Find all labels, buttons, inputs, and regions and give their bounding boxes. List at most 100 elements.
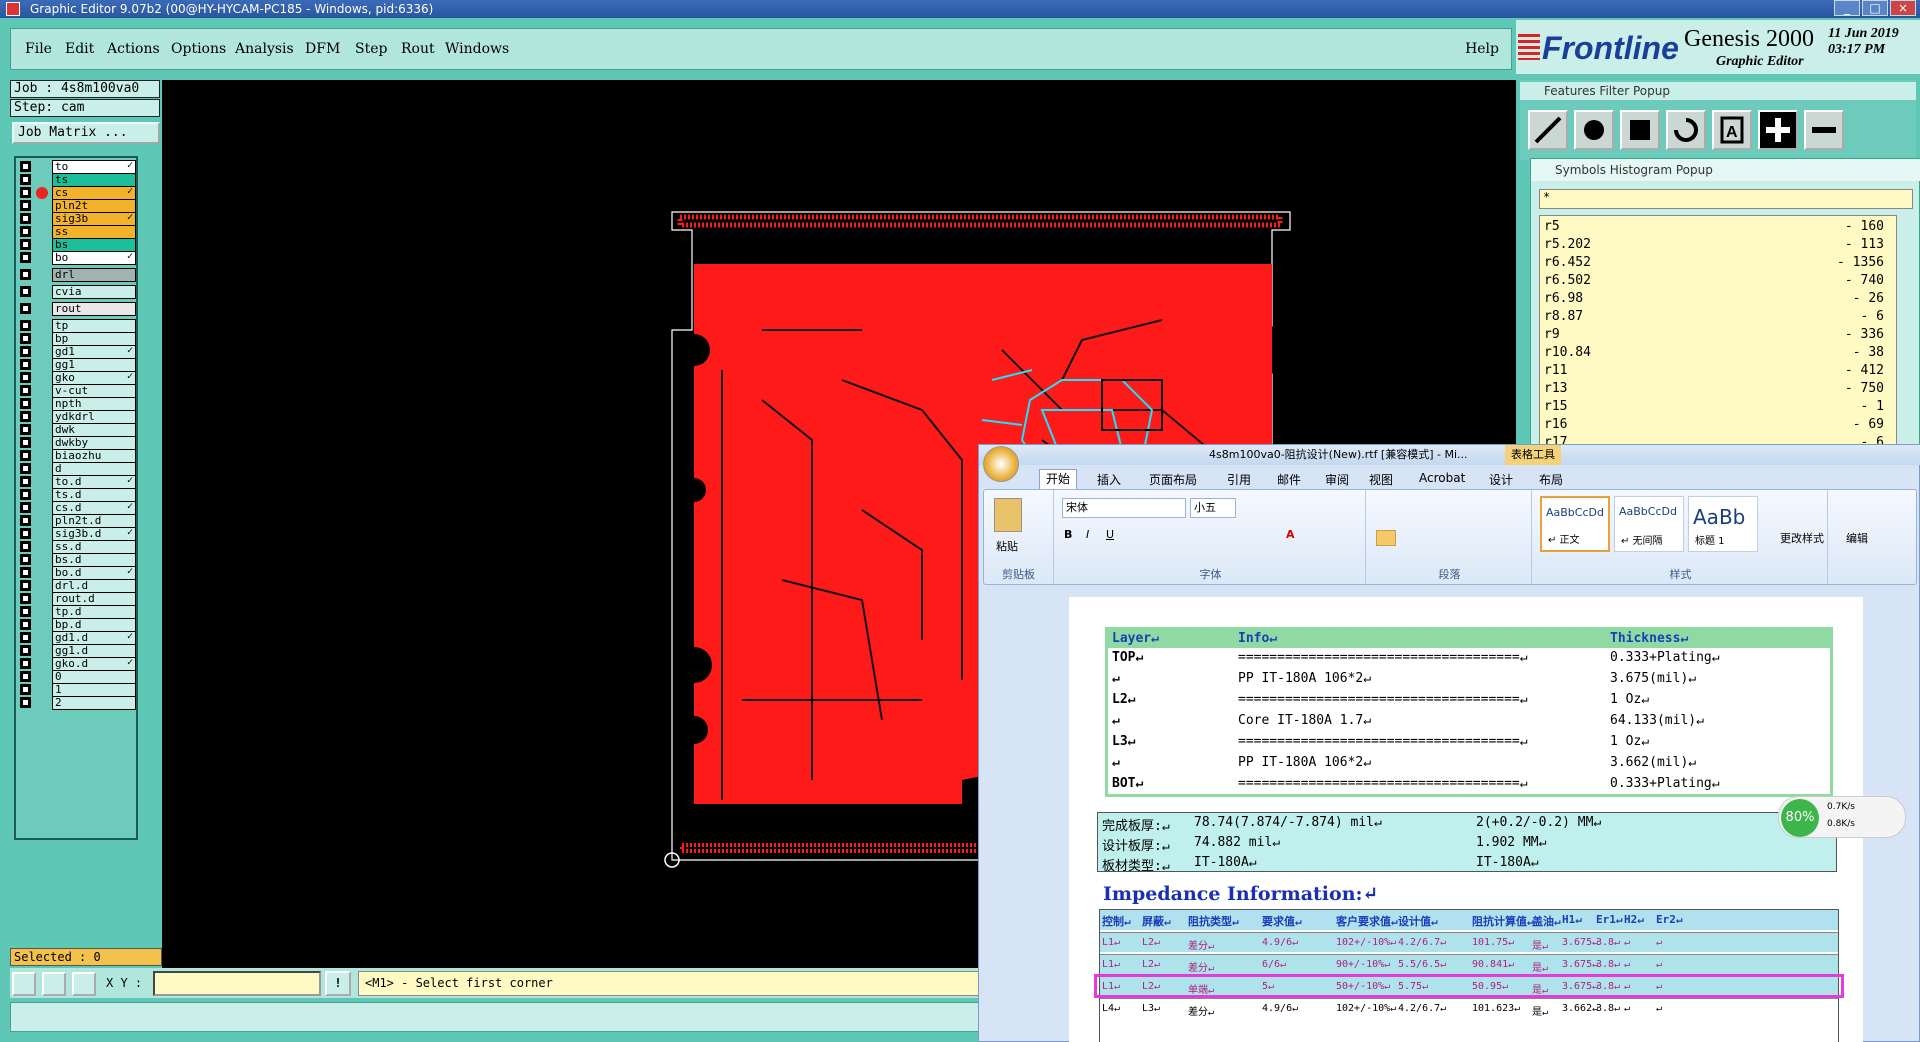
layer-checkbox[interactable]: [20, 252, 31, 263]
layer-name[interactable]: bo.d: [52, 566, 136, 580]
layer-checkbox[interactable]: [20, 200, 31, 211]
layer-checkbox[interactable]: [20, 580, 31, 591]
menu-edit[interactable]: Edit: [65, 41, 94, 57]
minus-filter-icon[interactable]: [1804, 110, 1844, 150]
histogram-row[interactable]: r11 - 412: [1544, 362, 1894, 380]
layer-name[interactable]: 0: [52, 670, 136, 684]
menu-dfm[interactable]: DFM: [305, 41, 340, 57]
layer-checkbox[interactable]: [20, 632, 31, 643]
font-color-button[interactable]: A: [1286, 528, 1295, 541]
layer-checkbox[interactable]: [20, 671, 31, 682]
histogram-row[interactable]: r10.84 - 38: [1544, 344, 1894, 362]
layer-checkbox[interactable]: [20, 346, 31, 357]
underline-button[interactable]: U: [1106, 528, 1114, 541]
menu-windows[interactable]: Windows: [445, 41, 509, 57]
layer-name[interactable]: ts: [52, 173, 136, 187]
layer-row[interactable]: 2: [18, 696, 136, 710]
bold-button[interactable]: B: [1064, 528, 1072, 541]
xy-input[interactable]: [153, 971, 321, 996]
layer-row[interactable]: tp.d: [18, 605, 136, 619]
network-monitor-widget[interactable]: 80% 0.7K/s 0.8K/s: [1778, 796, 1906, 838]
layer-row[interactable]: drl.d: [18, 579, 136, 593]
align-left-icon[interactable]: [1376, 530, 1396, 546]
layer-row[interactable]: cs.d ✓: [18, 501, 136, 515]
layer-name[interactable]: rout: [52, 302, 136, 316]
layer-name[interactable]: gko.d: [52, 657, 136, 671]
layer-row[interactable]: bo.d ✓: [18, 566, 136, 580]
layer-row[interactable]: rout.d: [18, 592, 136, 606]
paste-icon[interactable]: [994, 498, 1022, 532]
document-page[interactable]: Layer↵ Info↵ Thickness↵ TOP↵ ===============…: [1069, 597, 1863, 1042]
menu-file[interactable]: File: [25, 41, 52, 57]
menu-analysis[interactable]: Analysis: [235, 41, 294, 57]
layer-row[interactable]: ts: [18, 173, 136, 187]
layer-name[interactable]: cs: [52, 186, 136, 200]
ribbon-tab[interactable]: 审阅: [1325, 471, 1349, 488]
layer-name[interactable]: pln2t.d: [52, 514, 136, 528]
layer-checkbox[interactable]: [20, 528, 31, 539]
layer-name[interactable]: bs: [52, 238, 136, 252]
layer-name[interactable]: drl: [52, 268, 136, 282]
layer-checkbox[interactable]: [20, 645, 31, 656]
ribbon-tab[interactable]: 布局: [1539, 471, 1563, 488]
layer-name[interactable]: bp.d: [52, 618, 136, 632]
text-filter-icon[interactable]: A: [1712, 110, 1752, 150]
layer-row[interactable]: 0: [18, 670, 136, 684]
menu-help[interactable]: Help: [1465, 41, 1499, 57]
layer-name[interactable]: ss.d: [52, 540, 136, 554]
layer-checkbox[interactable]: [20, 567, 31, 578]
ribbon-tab[interactable]: 引用: [1227, 471, 1251, 488]
layer-checkbox[interactable]: [20, 502, 31, 513]
layer-name[interactable]: tp: [52, 319, 136, 333]
layer-row[interactable]: gko.d ✓: [18, 657, 136, 671]
layer-row[interactable]: bs.d: [18, 553, 136, 567]
close-button[interactable]: ×: [1890, 0, 1916, 16]
layer-name[interactable]: rout.d: [52, 592, 136, 606]
layer-checkbox[interactable]: [20, 161, 31, 172]
layer-row[interactable]: pln2t.d: [18, 514, 136, 528]
layer-row[interactable]: gg1: [18, 358, 136, 372]
histogram-row[interactable]: r6.502 - 740: [1544, 272, 1894, 290]
layer-name[interactable]: v-cut: [52, 384, 136, 398]
font-name-select[interactable]: 宋体: [1062, 498, 1186, 518]
layer-name[interactable]: bp: [52, 332, 136, 346]
font-size-select[interactable]: 小五: [1190, 498, 1236, 518]
measure-icon[interactable]: [42, 972, 66, 996]
layer-checkbox[interactable]: [20, 411, 31, 422]
layer-name[interactable]: 2: [52, 696, 136, 710]
layer-name[interactable]: dwk: [52, 423, 136, 437]
histogram-row[interactable]: r15 - 1: [1544, 398, 1894, 416]
layer-row[interactable]: 1: [18, 683, 136, 697]
layer-checkbox[interactable]: [20, 174, 31, 185]
layer-name[interactable]: d: [52, 462, 136, 476]
layer-name[interactable]: gd1.d: [52, 631, 136, 645]
layer-checkbox[interactable]: [20, 463, 31, 474]
layer-checkbox[interactable]: [20, 515, 31, 526]
layer-checkbox[interactable]: [20, 450, 31, 461]
layer-checkbox[interactable]: [20, 398, 31, 409]
layer-row[interactable]: pln2t: [18, 199, 136, 213]
layer-name[interactable]: sig3b: [52, 212, 136, 226]
layer-name[interactable]: ss: [52, 225, 136, 239]
ribbon-tab[interactable]: 页面布局: [1149, 471, 1197, 488]
ribbon-tab[interactable]: 设计: [1489, 471, 1513, 488]
layer-checkbox[interactable]: [20, 606, 31, 617]
style-preview[interactable]: AaBb 标题 1: [1688, 496, 1758, 552]
histogram-row[interactable]: r16 - 69: [1544, 416, 1894, 434]
layer-row[interactable]: to ✓: [18, 160, 136, 174]
layer-row[interactable]: bp: [18, 332, 136, 346]
layer-row[interactable]: bs: [18, 238, 136, 252]
style-preview[interactable]: AaBbCcDd ↵ 正文: [1540, 496, 1610, 552]
layer-name[interactable]: bs.d: [52, 553, 136, 567]
layer-row[interactable]: ydkdrl: [18, 410, 136, 424]
layer-row[interactable]: npth: [18, 397, 136, 411]
layer-checkbox[interactable]: [20, 239, 31, 250]
layer-row[interactable]: dwkby: [18, 436, 136, 450]
layer-name[interactable]: tp.d: [52, 605, 136, 619]
layer-row[interactable]: to.d ✓: [18, 475, 136, 489]
layer-checkbox[interactable]: [20, 333, 31, 344]
pad-filter-icon[interactable]: [1574, 110, 1614, 150]
layer-name[interactable]: 1: [52, 683, 136, 697]
layer-checkbox[interactable]: [20, 658, 31, 669]
surface-filter-icon[interactable]: [1620, 110, 1660, 150]
